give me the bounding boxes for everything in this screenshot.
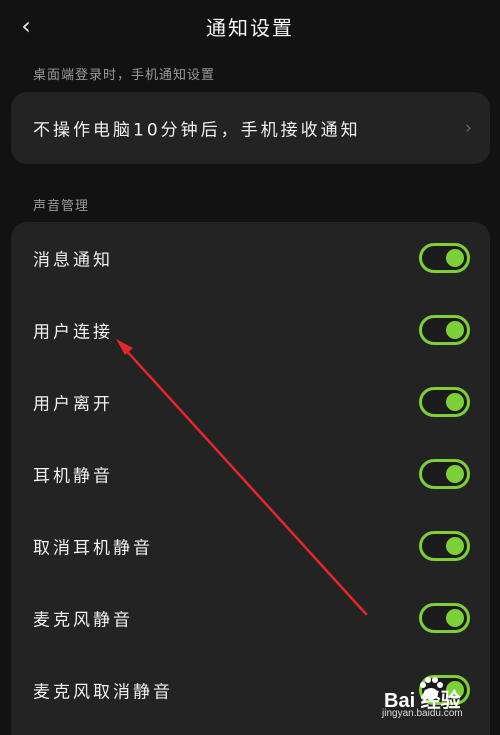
desktop-notify-card: 不操作电脑10分钟后，手机接收通知 › xyxy=(11,92,490,164)
watermark-url: jingyan.baidu.com xyxy=(382,708,463,719)
chevron-right-icon: › xyxy=(464,117,472,139)
section-label-desktop: 桌面端登录时，手机通知设置 xyxy=(33,68,216,83)
row-label: 耳机静音 xyxy=(33,466,113,487)
sound-settings-card: 消息通知 用户连接 用户离开 耳机静音 取消耳机静音 麦克风静音 麦克风取消静音 xyxy=(11,222,490,735)
baidu-paw-icon xyxy=(420,677,443,700)
row-label: 用户离开 xyxy=(33,394,113,415)
page-title: 通知设置 xyxy=(206,16,294,40)
toggle-switch-user-leave[interactable] xyxy=(419,387,470,417)
sound-row-mic-mute[interactable]: 麦克风静音 xyxy=(11,582,490,654)
sound-row-message-notify[interactable]: 消息通知 xyxy=(11,222,490,294)
toggle-switch-headset-mute[interactable] xyxy=(419,459,470,489)
toggle-switch-user-connect[interactable] xyxy=(419,315,470,345)
desktop-notify-row[interactable]: 不操作电脑10分钟后，手机接收通知 › xyxy=(11,92,490,164)
toggle-knob xyxy=(446,321,464,339)
sound-row-user-leave[interactable]: 用户离开 xyxy=(11,366,490,438)
desktop-notify-label: 不操作电脑10分钟后，手机接收通知 xyxy=(33,120,361,141)
section-label-sound: 声音管理 xyxy=(33,199,90,214)
toggle-knob xyxy=(446,249,464,267)
sound-row-user-connect[interactable]: 用户连接 xyxy=(11,294,490,366)
toggle-switch-message-notify[interactable] xyxy=(419,243,470,273)
row-label: 消息通知 xyxy=(33,250,113,271)
sound-row-headset-mute[interactable]: 耳机静音 xyxy=(11,438,490,510)
toggle-knob xyxy=(446,393,464,411)
row-label: 取消耳机静音 xyxy=(33,538,153,559)
toggle-knob xyxy=(446,465,464,483)
row-label: 麦克风静音 xyxy=(33,610,133,631)
row-label: 麦克风取消静音 xyxy=(33,682,173,703)
header-bar: ‹ 通知设置 xyxy=(0,0,500,52)
toggle-switch-mic-mute[interactable] xyxy=(419,603,470,633)
toggle-knob xyxy=(446,609,464,627)
toggle-switch-headset-unmute[interactable] xyxy=(419,531,470,561)
toggle-knob xyxy=(446,537,464,555)
row-label: 用户连接 xyxy=(33,322,113,343)
baidu-watermark: Bai 经验 jingyan.baidu.com xyxy=(382,670,494,730)
sound-row-headset-unmute[interactable]: 取消耳机静音 xyxy=(11,510,490,582)
